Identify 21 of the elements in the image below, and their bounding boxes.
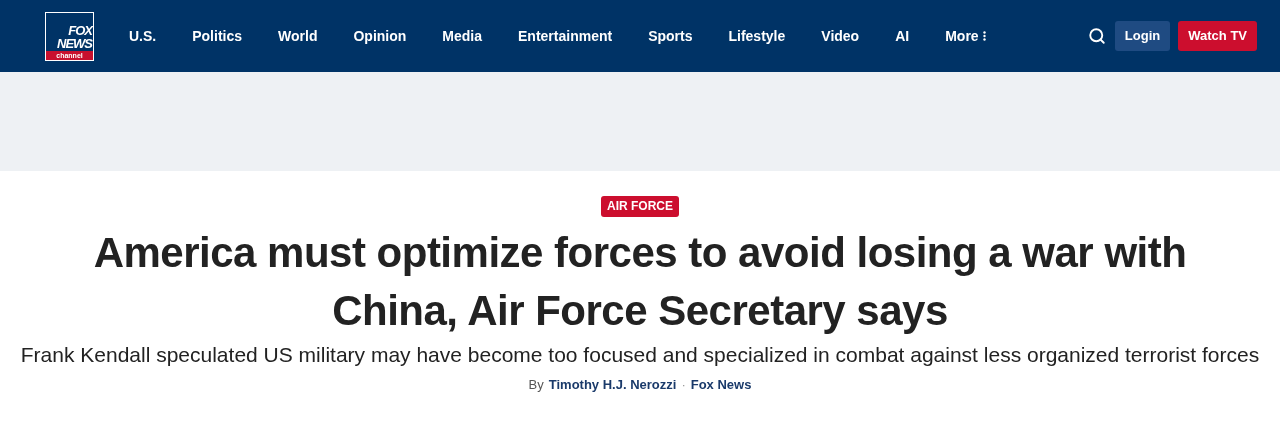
nav-link[interactable]: Opinion	[353, 25, 407, 47]
byline-separator: ·	[681, 376, 686, 394]
source-link[interactable]: Fox News	[690, 375, 752, 395]
nav-link[interactable]: Video	[821, 25, 860, 47]
nav-link[interactable]: More	[945, 25, 986, 47]
login-button[interactable]: Login	[1114, 21, 1171, 51]
nav-link[interactable]: AI	[895, 25, 910, 47]
nav-link[interactable]: Lifestyle	[728, 25, 786, 47]
nav-link[interactable]: Sports	[648, 25, 693, 47]
nav-link[interactable]: Entertainment	[518, 25, 613, 47]
article-subheadline: Frank Kendall speculated US military may have become too focused and specialized in combat against less organized terrorist forces	[20, 342, 1260, 368]
nav-link[interactable]: World	[278, 25, 318, 47]
category-tag[interactable]: AIR FORCE	[601, 196, 679, 217]
article-headline: America must optimize forces to avoid losing a war with China, Air Force Secretary says	[92, 228, 1188, 336]
author-link[interactable]: Timothy H.J. Nerozzi	[548, 375, 677, 395]
logo-text: FOX NEWS	[57, 23, 93, 50]
nav-link[interactable]: Media	[442, 25, 482, 47]
watch-tv-button[interactable]: Watch TV	[1178, 21, 1257, 51]
byline-prefix: By	[528, 376, 544, 394]
nav-link[interactable]: U.S.	[129, 25, 157, 47]
nav-link[interactable]: Politics	[192, 25, 243, 47]
